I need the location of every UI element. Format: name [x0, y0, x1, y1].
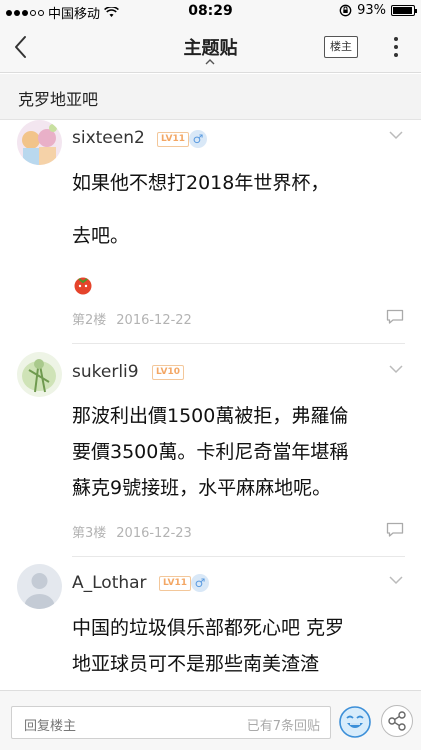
floor-number: 第3楼 [72, 526, 107, 541]
reply-input[interactable]: 回复楼主 已有7条回贴 [11, 706, 331, 739]
forum-bar[interactable]: 克罗地亚吧 [0, 74, 421, 120]
nav-bar: 主题贴 楼主 [0, 22, 421, 73]
avatar[interactable] [17, 352, 62, 397]
chevron-down-icon[interactable] [388, 575, 404, 585]
share-button[interactable] [381, 705, 413, 737]
reply-count: 已有7条回贴 [246, 719, 320, 734]
content-line: 要價3500萬。卡利尼奇當年堪稱 [72, 441, 349, 463]
chevron-up-icon[interactable] [203, 58, 217, 66]
battery-percent: 93% [357, 3, 386, 18]
avatar[interactable] [17, 120, 62, 165]
divider [72, 556, 405, 557]
tomato-emoji-icon [74, 277, 92, 295]
chevron-down-icon[interactable] [388, 364, 404, 374]
content-line: 如果他不想打2018年世界杯， [72, 172, 330, 194]
level-badge: LV11 [157, 132, 189, 147]
share-icon [388, 711, 406, 731]
status-right: 93% [339, 3, 417, 18]
post-meta: 第2楼 2016-12-22 [72, 309, 192, 328]
battery-icon [391, 5, 417, 16]
username[interactable]: sixteen2 [72, 128, 145, 148]
content-line: 那波利出價1500萬被拒，弗羅倫 [72, 405, 349, 427]
username[interactable]: A_Lothar [72, 573, 147, 593]
bottom-bar: 回复楼主 已有7条回贴 [0, 690, 421, 750]
content-line: 地亚球员可不是那些南美渣渣 [72, 653, 320, 675]
divider [72, 343, 405, 344]
male-gender-icon: ♂ [189, 130, 207, 148]
status-bar: 中国移动 08:29 93% [0, 0, 421, 22]
floor-number: 第2楼 [72, 313, 107, 328]
emoji-icon[interactable] [338, 705, 372, 739]
rotation-lock-icon [339, 4, 352, 17]
post-floor-2: sixteen2 LV11 ♂ 如果他不想打2018年世界杯， 去吧。 第2楼 2… [0, 120, 421, 345]
post-content: 如果他不想打2018年世界杯， 去吧。 [72, 165, 407, 254]
post-content: 那波利出價1500萬被拒，弗羅倫 要價3500萬。卡利尼奇當年堪稱 蘇克9號接班… [72, 398, 407, 506]
avatar[interactable] [17, 564, 62, 609]
level-badge: LV11 [159, 576, 191, 591]
post-date: 2016-12-22 [116, 313, 192, 328]
content-line: 中国的垃圾俱乐部都死心吧 克罗 [72, 617, 345, 639]
post-content: 中国的垃圾俱乐部都死心吧 克罗 地亚球员可不是那些南美渣渣 [72, 610, 407, 682]
reply-bubble-icon[interactable] [386, 522, 404, 538]
post-floor-4: A_Lothar LV11 ♂ 中国的垃圾俱乐部都死心吧 克罗 地亚球员可不是那… [0, 564, 421, 690]
post-date: 2016-12-23 [116, 526, 192, 541]
forum-name[interactable]: 克罗地亚吧 [18, 86, 98, 110]
male-gender-icon: ♂ [191, 574, 209, 592]
content-line: 去吧。 [72, 225, 130, 247]
reply-bubble-icon[interactable] [386, 309, 404, 325]
content-line: 蘇克9號接班，水平麻麻地呢。 [72, 477, 332, 499]
owner-only-button[interactable]: 楼主 [324, 36, 358, 58]
reply-placeholder: 回复楼主 [24, 719, 77, 734]
post-floor-3: sukerli9 LV10 那波利出價1500萬被拒，弗羅倫 要價3500萬。卡… [0, 352, 421, 562]
chevron-down-icon[interactable] [388, 130, 404, 140]
username[interactable]: sukerli9 [72, 362, 139, 382]
more-vertical-icon[interactable] [390, 34, 402, 60]
level-badge: LV10 [152, 365, 184, 380]
post-meta: 第3楼 2016-12-23 [72, 522, 192, 541]
